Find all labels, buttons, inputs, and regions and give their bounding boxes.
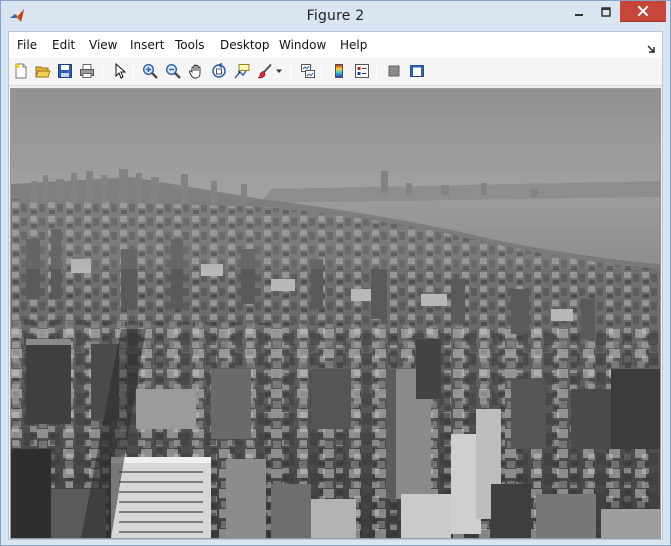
new-figure-icon	[14, 63, 27, 79]
save-figure-button[interactable]	[55, 61, 75, 81]
show-plot-tools-button[interactable]	[407, 61, 427, 81]
save-figure-icon	[58, 64, 72, 78]
maximize-button[interactable]	[592, 1, 619, 22]
rotate-3d-icon	[212, 63, 226, 78]
link-plot-icon	[301, 64, 315, 78]
figure-client-area: File Edit View Insert Tools Desktop Wind…	[8, 31, 663, 540]
insert-legend-button[interactable]	[352, 61, 372, 81]
close-icon	[637, 5, 649, 17]
brush-icon	[257, 63, 272, 79]
print-figure-button[interactable]	[77, 61, 97, 81]
data-cursor-button[interactable]	[232, 61, 252, 81]
menu-window[interactable]: Window	[279, 38, 326, 52]
close-button[interactable]	[620, 1, 666, 22]
title-bar[interactable]: Figure 2	[1, 1, 670, 31]
edit-plot-arrow-icon	[115, 63, 127, 79]
zoom-in-button[interactable]	[140, 61, 160, 81]
zoom-out-icon	[165, 63, 181, 79]
figure-window: Figure 2 File Edit View Insert Tools Des…	[0, 0, 671, 546]
figure-toolbar	[9, 58, 662, 86]
menu-view[interactable]: View	[89, 38, 117, 52]
menu-edit[interactable]: Edit	[52, 38, 75, 52]
edit-plot-button[interactable]	[110, 61, 130, 81]
pan-button[interactable]	[186, 61, 206, 81]
show-plot-tools-icon	[410, 65, 424, 77]
dock-figure-icon[interactable]	[646, 39, 656, 53]
zoom-in-icon	[142, 63, 158, 79]
hide-plot-tools-icon	[388, 65, 400, 77]
new-figure-button[interactable]	[11, 61, 31, 81]
menu-insert[interactable]: Insert	[130, 38, 164, 52]
link-plot-button[interactable]	[298, 61, 318, 81]
data-cursor-icon	[234, 64, 250, 79]
menu-help[interactable]: Help	[340, 38, 367, 52]
toolbar-separator	[102, 62, 103, 81]
brush-dropdown-icon	[276, 69, 282, 73]
brush-button[interactable]	[255, 61, 275, 81]
brush-dropdown-button[interactable]	[274, 61, 284, 81]
menu-file[interactable]: File	[17, 38, 37, 52]
figure-axes[interactable]	[10, 88, 661, 539]
toolbar-separator	[376, 62, 377, 81]
pan-hand-icon	[189, 64, 201, 79]
menu-tools[interactable]: Tools	[175, 38, 205, 52]
menu-bar: File Edit View Insert Tools Desktop Wind…	[9, 32, 662, 58]
print-figure-icon	[80, 64, 94, 78]
zoom-out-button[interactable]	[163, 61, 183, 81]
toolbar-separator	[133, 62, 134, 81]
minimize-icon	[574, 13, 583, 16]
rotate-3d-button[interactable]	[209, 61, 229, 81]
cityscape-photo	[11, 89, 660, 538]
menu-desktop[interactable]: Desktop	[220, 38, 270, 52]
insert-colorbar-button[interactable]	[329, 61, 349, 81]
open-file-button[interactable]	[33, 61, 53, 81]
insert-colorbar-icon	[335, 64, 343, 78]
minimize-button[interactable]	[565, 1, 592, 22]
hide-plot-tools-button[interactable]	[384, 61, 404, 81]
toolbar-separator	[321, 62, 322, 81]
toolbar-separator	[290, 62, 291, 81]
maximize-icon	[600, 6, 611, 17]
insert-legend-icon	[355, 64, 369, 78]
open-file-icon	[35, 66, 51, 78]
